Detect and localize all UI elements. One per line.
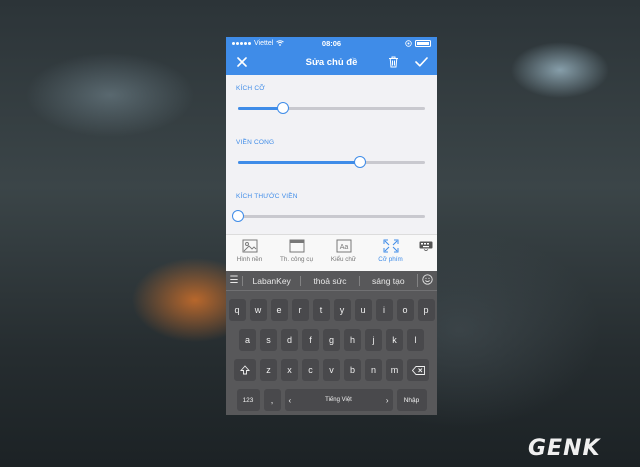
keyboard-icon bbox=[419, 241, 432, 251]
tab-bar: Hình nền Th. công cụ Aa Kiểu chữ Cỡ phím bbox=[226, 234, 437, 271]
tab-label: Th. công cụ bbox=[280, 256, 313, 263]
key-k[interactable]: k bbox=[386, 329, 403, 351]
check-icon[interactable] bbox=[413, 54, 429, 70]
size-slider[interactable] bbox=[238, 102, 425, 114]
key-l[interactable]: l bbox=[407, 329, 424, 351]
enter-key[interactable]: Nhập bbox=[396, 389, 427, 411]
space-left-icon: ‹ bbox=[288, 395, 292, 405]
key-q[interactable]: q bbox=[228, 299, 246, 321]
suggestion-item[interactable]: thoả sức bbox=[300, 275, 358, 286]
lock-rotation-icon bbox=[405, 39, 412, 47]
keyboard: ☰ LabanKey thoả sức sáng tạo qwertyuiop … bbox=[226, 271, 437, 415]
status-time: 08:06 bbox=[321, 38, 342, 48]
setting-label: KÍCH CỠ bbox=[236, 85, 266, 92]
trash-icon[interactable] bbox=[385, 54, 401, 70]
resize-icon bbox=[383, 239, 398, 253]
battery-icon bbox=[415, 39, 431, 47]
wifi-icon bbox=[276, 40, 285, 46]
key-f[interactable]: f bbox=[302, 329, 319, 351]
delete-key[interactable] bbox=[407, 359, 429, 381]
setting-size: KÍCH CỠ bbox=[236, 83, 427, 137]
key-y[interactable]: y bbox=[333, 299, 351, 321]
key-a[interactable]: a bbox=[239, 329, 256, 351]
key-t[interactable]: t bbox=[312, 299, 330, 321]
tab-toolbar[interactable]: Th. công cụ bbox=[273, 235, 320, 263]
suggestion-item[interactable]: sáng tạo bbox=[358, 275, 417, 286]
watermark-logo: GENK bbox=[528, 436, 601, 461]
phone-screen: Viettel 08:06 Sửa chủ đề KÍCH CỠ VIỀN CO… bbox=[226, 37, 437, 415]
corner-radius-slider[interactable] bbox=[238, 156, 425, 168]
key-d[interactable]: d bbox=[281, 329, 298, 351]
key-v[interactable]: v bbox=[323, 359, 340, 381]
key-row-4: 123 , ‹ Tiếng Việt › Nhập bbox=[226, 389, 437, 411]
tab-key-size[interactable]: Cỡ phím bbox=[367, 235, 414, 263]
nav-bar: Sửa chủ đề bbox=[226, 49, 437, 75]
key-o[interactable]: o bbox=[396, 299, 414, 321]
shift-key[interactable] bbox=[234, 359, 256, 381]
image-icon bbox=[242, 239, 257, 253]
key-m[interactable]: m bbox=[386, 359, 403, 381]
key-h[interactable]: h bbox=[344, 329, 361, 351]
slider-thumb[interactable] bbox=[353, 156, 366, 168]
key-row-1: qwertyuiop bbox=[226, 299, 437, 321]
border-size-slider[interactable] bbox=[232, 210, 425, 222]
menu-icon[interactable]: ☰ bbox=[226, 275, 242, 286]
signal-icon bbox=[232, 41, 251, 45]
key-r[interactable]: r bbox=[291, 299, 309, 321]
tab-label: Hình nền bbox=[236, 256, 263, 263]
key-x[interactable]: x bbox=[281, 359, 298, 381]
backspace-icon bbox=[411, 365, 425, 375]
key-n[interactable]: n bbox=[365, 359, 382, 381]
toolbar-icon bbox=[289, 239, 304, 253]
space-right-icon: › bbox=[385, 395, 389, 405]
key-b[interactable]: b bbox=[344, 359, 361, 381]
key-s[interactable]: s bbox=[260, 329, 277, 351]
key-i[interactable]: i bbox=[375, 299, 393, 321]
slider-thumb[interactable] bbox=[276, 102, 289, 114]
tab-background[interactable]: Hình nền bbox=[226, 235, 273, 263]
font-icon: Aa bbox=[336, 239, 351, 253]
key-w[interactable]: w bbox=[249, 299, 267, 321]
key-row-3: zxcvbnm bbox=[226, 359, 437, 381]
numbers-key[interactable]: 123 bbox=[236, 389, 260, 411]
svg-text:Aa: Aa bbox=[339, 244, 348, 251]
setting-label: VIỀN CONG bbox=[236, 139, 275, 146]
key-p[interactable]: p bbox=[417, 299, 435, 321]
shift-icon bbox=[240, 365, 250, 375]
close-icon[interactable] bbox=[234, 54, 250, 70]
key-j[interactable]: j bbox=[365, 329, 382, 351]
key-c[interactable]: c bbox=[302, 359, 319, 381]
key-row-2: asdfghjkl bbox=[226, 329, 437, 351]
status-bar: Viettel 08:06 bbox=[226, 37, 437, 49]
key-e[interactable]: e bbox=[270, 299, 288, 321]
key-z[interactable]: z bbox=[260, 359, 277, 381]
slider-fill bbox=[238, 161, 360, 164]
carrier-label: Viettel bbox=[254, 39, 274, 47]
letter-keys: zxcvbnm bbox=[260, 359, 403, 381]
slider-thumb[interactable] bbox=[232, 210, 244, 222]
tab-label: Cỡ phím bbox=[378, 256, 403, 263]
settings-panel: KÍCH CỠ VIỀN CONG KÍCH THƯỚC VIỀN bbox=[226, 75, 437, 235]
tab-font[interactable]: Aa Kiểu chữ bbox=[320, 235, 367, 263]
suggestion-item[interactable]: LabanKey bbox=[242, 275, 300, 286]
keyboard-toggle[interactable] bbox=[414, 235, 437, 251]
space-label: Tiếng Việt bbox=[325, 397, 352, 403]
setting-label: KÍCH THƯỚC VIỀN bbox=[236, 193, 298, 200]
emoji-icon[interactable] bbox=[416, 274, 437, 287]
setting-corner-radius: VIỀN CONG bbox=[236, 137, 427, 191]
key-g[interactable]: g bbox=[323, 329, 340, 351]
comma-key[interactable]: , bbox=[263, 389, 281, 411]
space-key[interactable]: ‹ Tiếng Việt › bbox=[284, 389, 393, 411]
tab-label: Kiểu chữ bbox=[330, 256, 357, 263]
suggestion-bar: ☰ LabanKey thoả sức sáng tạo bbox=[226, 271, 437, 291]
key-u[interactable]: u bbox=[354, 299, 372, 321]
